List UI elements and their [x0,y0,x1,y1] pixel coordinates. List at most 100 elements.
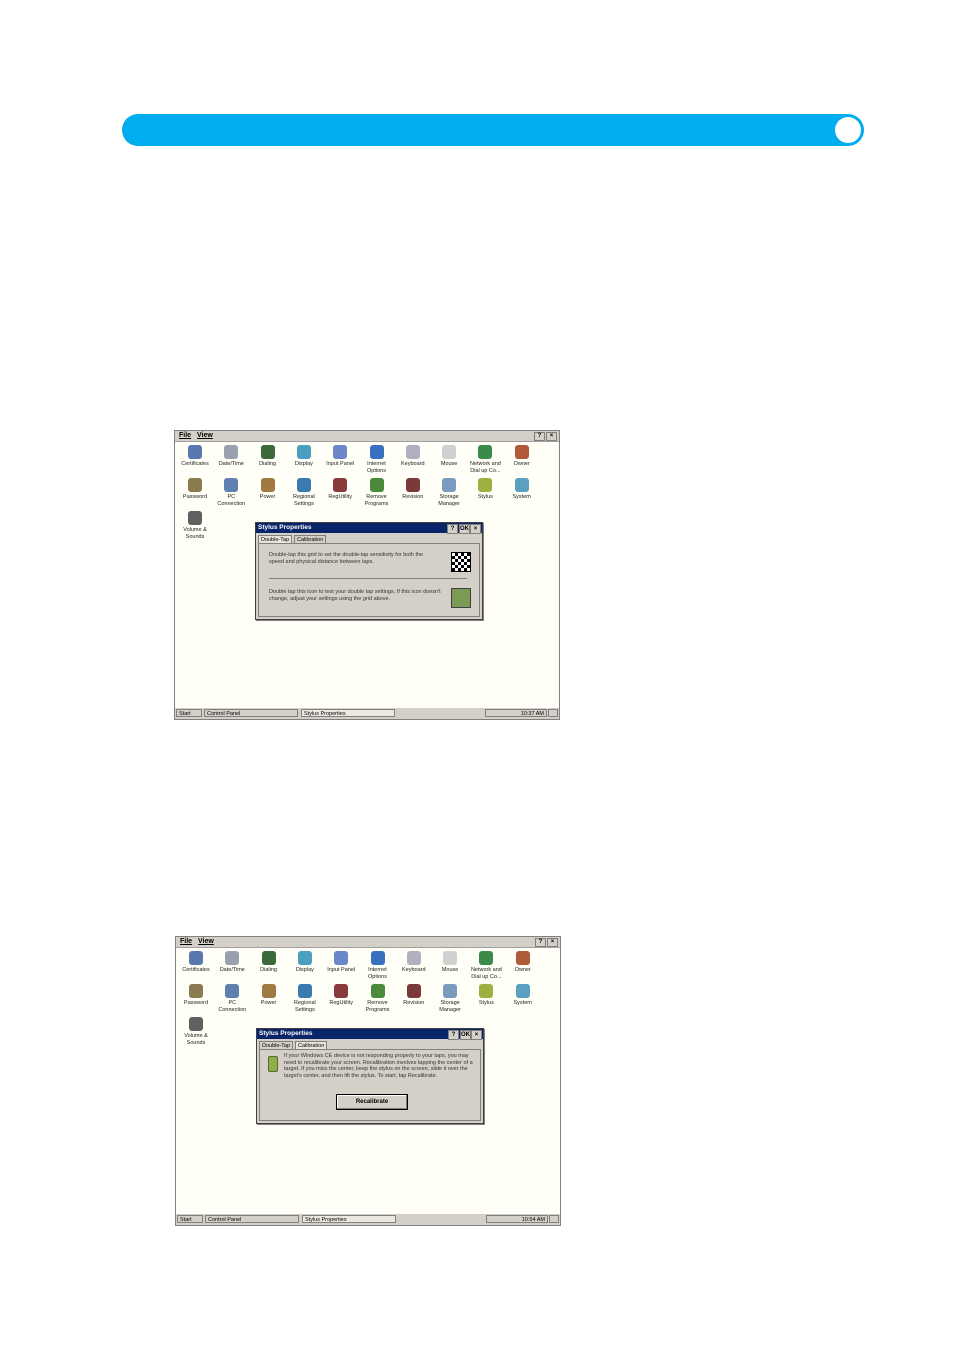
control-panel-item[interactable]: Stylus [468,984,504,1007]
mouse-icon [442,445,457,459]
control-panel-item[interactable]: Input Panel [323,951,359,974]
control-panel-item-label: Owner [513,461,530,467]
help-button[interactable]: ? [535,938,546,947]
control-panel-item[interactable]: Display [286,445,322,468]
control-panel-item[interactable]: Storage Manager [432,984,468,1013]
control-panel-item[interactable]: PC Connection [214,984,250,1013]
control-panel-item[interactable]: Certificates [178,951,214,974]
control-panel-item[interactable]: RegUtility [323,984,359,1007]
owner-icon [515,951,530,965]
control-panel-item[interactable]: Owner [504,445,540,468]
recalibrate-button[interactable]: Recalibrate [336,1094,408,1110]
control-panel-item[interactable]: Revision [395,478,431,501]
start-button[interactable]: Start [177,1215,203,1223]
control-panel-item-label: PC Connection [218,1000,247,1013]
stylus-icon [268,1056,278,1072]
close-button[interactable]: × [547,938,558,947]
control-panel-item[interactable]: Power [251,984,287,1007]
control-panel-item[interactable]: Power [250,478,286,501]
control-panel-item[interactable]: Date/Time [213,445,249,468]
control-panel-item-label: Regional Settings [294,1000,316,1013]
control-panel-item[interactable]: Remove Programs [359,478,395,507]
header-banner [122,114,864,146]
volume-icon [189,1017,203,1031]
control-panel-item[interactable]: Regional Settings [286,478,322,507]
close-button[interactable]: × [546,432,557,441]
control-panel-item[interactable]: System [504,478,540,501]
control-panel-item[interactable]: System [505,984,541,1007]
start-button[interactable]: Start [176,709,202,717]
control-panel-item-label: Storage Manager [438,494,460,507]
stylus-properties-dialog: Stylus Properties ? OK × Double-Tap Cali… [255,522,483,620]
double-tap-test-icon[interactable] [451,588,471,608]
control-panel-item-label: Network and Dial up Co... [469,461,501,474]
divider [269,578,467,579]
control-panel-item-label: Power [259,494,276,500]
control-panel-item[interactable]: Mouse [431,445,467,468]
control-panel-item[interactable]: Regional Settings [287,984,323,1013]
control-panel-item[interactable]: Stylus [467,478,503,501]
control-panel-item[interactable]: Password [178,984,214,1007]
password-icon [188,478,202,492]
certificates-icon [189,951,203,965]
taskbar-control-panel[interactable]: Control Panel [205,1215,299,1223]
menu-bar: File View ? × [175,431,559,442]
control-panel-item-label: Stylus [478,1000,494,1006]
control-panel-item[interactable]: Remove Programs [360,984,396,1013]
control-panel-item[interactable]: Internet Options [360,951,396,980]
control-panel-item[interactable]: Internet Options [359,445,395,474]
desktop-icon[interactable] [549,1215,559,1223]
control-panel-item[interactable]: Certificates [177,445,213,468]
control-panel-item[interactable]: Keyboard [395,445,431,468]
control-panel-item[interactable]: Password [177,478,213,501]
clock-icon [224,445,239,459]
taskbar: Start Control Panel Stylus Properties 10… [176,1213,560,1225]
help-button[interactable]: ? [534,432,545,441]
stylus-properties-dialog: Stylus Properties ? OK × Double-Tap Cali… [256,1028,484,1124]
control-panel-item[interactable]: Dialing [250,445,286,468]
monitor-icon [296,445,311,459]
owner-icon [514,445,529,459]
control-panel-item-label: Dialing [259,461,276,467]
control-panel-item-label: Internet Options [368,967,387,980]
control-panel-item[interactable]: RegUtility [322,478,358,501]
control-panel-item[interactable]: Network and Dial up Co... [468,951,504,980]
dialog-title: Stylus Properties [259,1030,313,1037]
control-panel-item[interactable]: Mouse [432,951,468,974]
control-panel-item[interactable]: Display [287,951,323,974]
control-panel-item-label: Input Panel [326,461,355,467]
mouse-icon [443,951,458,965]
control-panel-item-label: Storage Manager [439,1000,461,1013]
taskbar-control-panel[interactable]: Control Panel [204,709,298,717]
control-panel-item[interactable]: Owner [505,951,541,974]
control-panel-item-label: System [513,1000,532,1006]
pc-connection-icon [224,478,239,492]
control-panel-item[interactable]: Volume & Sounds [178,1017,214,1046]
control-panel-item[interactable]: Input Panel [322,445,358,468]
control-panel-item-label: Internet Options [367,461,386,474]
control-panel-item[interactable]: Date/Time [214,951,250,974]
control-panel-item[interactable]: Keyboard [396,951,432,974]
control-panel-item[interactable]: Dialing [251,951,287,974]
menu-view[interactable]: View [198,938,214,945]
menu-file[interactable]: File [180,938,192,945]
control-panel-item[interactable]: Revision [396,984,432,1007]
control-panel-item[interactable]: Network and Dial up Co... [467,445,503,474]
control-panel-item[interactable]: Volume & Sounds [177,511,213,540]
taskbar-stylus-properties[interactable]: Stylus Properties [301,709,395,717]
control-panel-item-label: PC Connection [217,494,246,507]
control-panel-item-label: Keyboard [401,461,425,467]
control-panel-item[interactable]: PC Connection [213,478,249,507]
control-panel-item-label: Network and Dial up Co... [470,967,502,980]
input-panel-icon [334,951,349,965]
double-tap-grid-icon[interactable] [451,552,471,572]
dialog-title-bar: Stylus Properties ? OK × [257,1029,483,1040]
menu-view[interactable]: View [197,432,213,439]
desktop-icon[interactable] [548,709,558,717]
control-panel-item-label: Remove Programs [364,494,389,507]
control-panel-item-label: Display [294,461,313,467]
taskbar-stylus-properties[interactable]: Stylus Properties [302,1215,396,1223]
menu-file[interactable]: File [179,432,191,439]
control-panel-item[interactable]: Storage Manager [431,478,467,507]
phone-icon [261,951,276,965]
